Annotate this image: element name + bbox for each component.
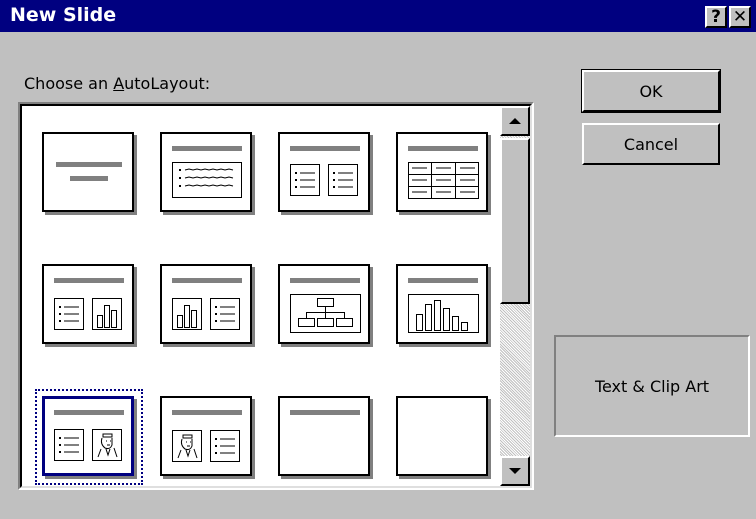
layout-chart[interactable] — [396, 264, 488, 344]
title-line — [290, 278, 360, 283]
bar-chart-icon — [97, 305, 117, 328]
bar-chart-icon — [408, 294, 479, 333]
clip-art-person-icon — [177, 434, 198, 459]
text-lines-icon — [295, 172, 315, 188]
close-button[interactable]: ✕ — [729, 6, 751, 28]
text-box — [54, 429, 84, 461]
vertical-scrollbar[interactable] — [500, 106, 530, 486]
layout-text-and-chart[interactable] — [42, 264, 134, 344]
clip-art-person-icon — [97, 433, 118, 458]
arrow-up-icon — [509, 118, 521, 124]
chart-box — [172, 298, 202, 330]
clip-art-box — [92, 429, 122, 461]
title-line — [290, 146, 360, 151]
clip-art-box — [172, 430, 202, 462]
layout-title-only[interactable] — [278, 396, 370, 476]
title-line — [408, 146, 478, 151]
layout-chart-and-text[interactable] — [160, 264, 252, 344]
layout-clip-art-and-text[interactable] — [160, 396, 252, 476]
title-line — [172, 410, 242, 415]
text-lines-icon — [59, 437, 79, 453]
choose-autolayout-label: Choose an AutoLayout: — [24, 74, 211, 93]
text-lines-icon — [333, 172, 353, 188]
text-box — [210, 430, 240, 462]
bullet-text-box — [172, 162, 242, 198]
layout-description: Text & Clip Art — [554, 335, 750, 437]
cancel-button[interactable]: Cancel — [582, 123, 720, 165]
layout-two-column-text[interactable] — [278, 132, 370, 212]
title-line — [172, 146, 242, 151]
bullet-list-icon — [179, 168, 234, 187]
window-title: New Slide — [10, 4, 117, 26]
layout-table[interactable] — [396, 132, 488, 212]
layout-list-panel — [18, 102, 534, 490]
text-lines-icon — [59, 306, 79, 322]
title-line — [172, 278, 242, 283]
help-button[interactable]: ? — [705, 6, 727, 28]
title-line — [54, 278, 124, 283]
title-bar[interactable]: New Slide ? ✕ — [0, 0, 756, 32]
text-box-left — [290, 164, 320, 196]
layout-title-slide[interactable] — [42, 132, 134, 212]
scroll-down-button[interactable] — [500, 456, 530, 486]
scroll-thumb[interactable] — [500, 138, 530, 304]
layout-organization-chart[interactable] — [278, 264, 370, 344]
org-chart-icon — [290, 294, 361, 333]
layout-list — [20, 104, 532, 488]
ok-button[interactable]: OK — [581, 69, 721, 113]
layout-bulleted-list[interactable] — [160, 132, 252, 212]
text-box — [210, 298, 240, 330]
text-box — [54, 298, 84, 330]
text-lines-icon — [215, 438, 235, 454]
scroll-up-button[interactable] — [500, 106, 530, 136]
arrow-down-icon — [509, 468, 521, 474]
title-line — [56, 162, 122, 167]
subtitle-line — [70, 176, 108, 181]
selection-focus-rect — [35, 389, 143, 485]
table-icon — [408, 162, 479, 199]
text-box-right — [328, 164, 358, 196]
bar-chart-icon — [177, 305, 197, 328]
title-line — [290, 410, 360, 415]
title-line — [54, 410, 124, 415]
text-lines-icon — [215, 306, 235, 322]
layout-blank[interactable] — [396, 396, 488, 476]
title-line — [408, 278, 478, 283]
chart-box — [92, 298, 122, 330]
layout-text-and-clip-art[interactable] — [35, 389, 143, 485]
